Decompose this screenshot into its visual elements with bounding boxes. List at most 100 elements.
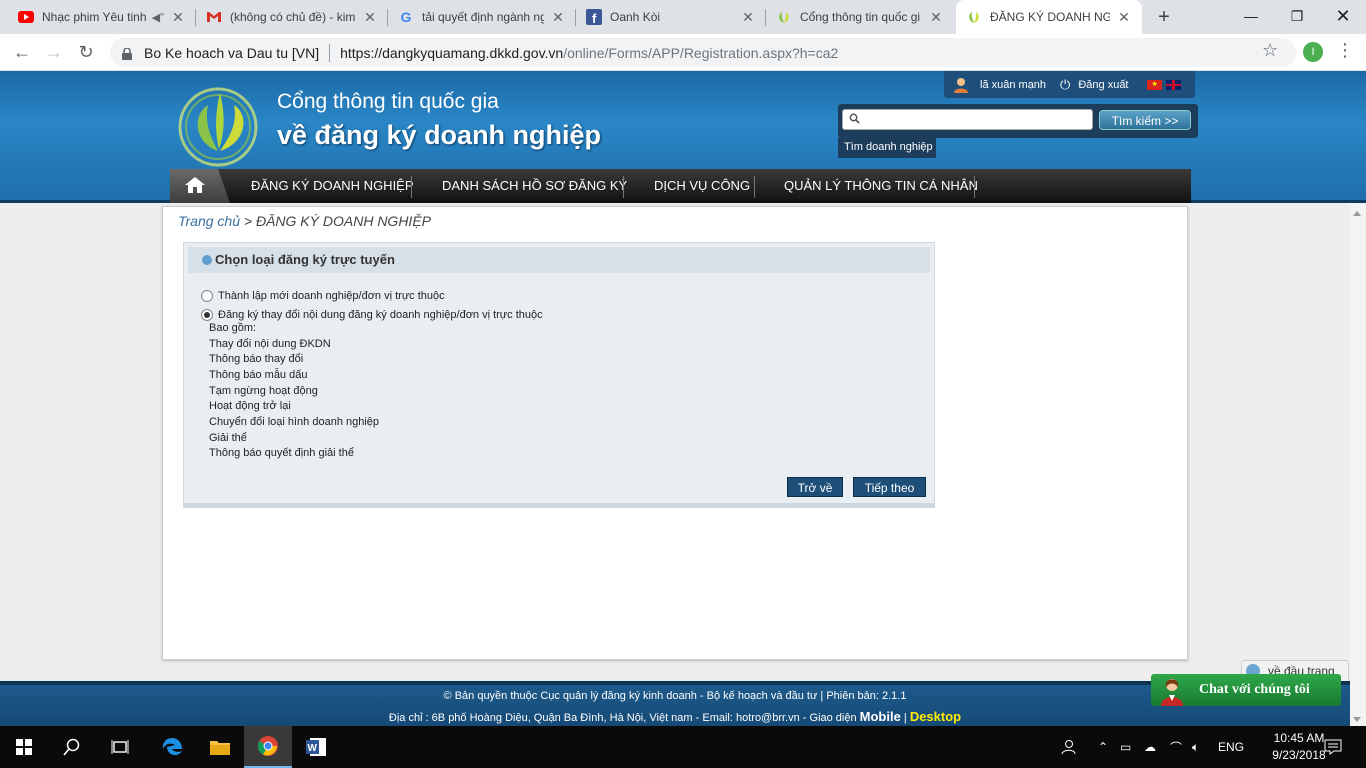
browser-tab-gmail[interactable]: (không có chủ đề) - kim ✕ [196,0,388,34]
list-item: Thông báo quyết định giải thể [209,447,354,459]
nav-item-danh-sach-ho-so[interactable]: DANH SÁCH HỒ SƠ ĐĂNG KÝ [442,169,627,203]
desktop-view-link[interactable]: Desktop [910,709,961,724]
close-tab-icon[interactable]: ✕ [1116,9,1132,26]
browser-menu-icon[interactable]: ⋮ [1336,40,1354,61]
svg-text:W: W [308,743,318,754]
browser-tab-google[interactable]: G tải quyết định ngành ng ✕ [388,0,576,34]
radio-new-registration[interactable] [201,290,213,302]
windows-start-icon[interactable] [0,726,48,768]
back-arrow-icon[interactable]: ← [10,40,34,64]
home-nav-button[interactable] [170,169,230,203]
omnibox-divider [329,43,331,62]
user-icon [952,76,970,94]
nav-item-dang-ky[interactable]: ĐĂNG KÝ DOANH NGHIỆP [251,169,414,203]
browser-toolbar: ← → ↻ Bo Ke hoach va Dau tu [VN] https:/… [0,34,1366,71]
new-tab-button[interactable]: + [1152,5,1176,29]
power-icon[interactable]: ⏻ [1060,77,1070,93]
google-icon: G [400,9,412,25]
panel-bottom-border [184,503,934,507]
browser-tab-youtube[interactable]: Nhạc phim Yêu tinh ◀ʺ ✕ [8,0,196,34]
list-item: Chuyển đổi loại hình doanh nghiệp [209,416,380,428]
nav-separator [754,176,755,198]
bookmark-star-icon[interactable]: ☆ [1262,40,1278,61]
list-item: Thông báo mẫu dấu [209,369,308,381]
footer-copyright: © Bản quyền thuộc Cục quản lý đăng ký ki… [443,690,907,702]
word-taskbar-icon[interactable]: W [292,726,340,768]
nav-item-quan-ly-thong-tin[interactable]: QUẢN LÝ THÔNG TIN CÁ NHÂN [784,169,978,203]
option-new-registration[interactable]: Thành lập mới doanh nghiệp/đơn vị trực t… [201,288,445,304]
url-host: https://dangkyquamang.dkkd.gov.vn [340,44,564,61]
user-name[interactable]: lã xuân mạnh [980,79,1046,91]
help-icon [202,255,212,265]
home-icon [184,176,206,197]
option-change-registration[interactable]: Đăng ký thay đổi nội dung đăng ký doanh … [201,307,543,323]
task-view-icon[interactable] [96,726,144,768]
onedrive-icon[interactable]: ☁ [1144,726,1156,768]
close-tab-icon[interactable]: ✕ [550,9,566,26]
close-tab-icon[interactable]: ✕ [362,9,378,26]
registration-type-panel: Chọn loại đăng ký trực tuyến Thành lập m… [183,242,935,508]
forward-arrow-icon[interactable]: → [42,40,66,64]
uk-flag-icon[interactable] [1165,79,1181,90]
browser-tab-facebook[interactable]: f Oanh Kòi ✕ [576,0,766,34]
reload-icon[interactable]: ↻ [74,40,98,64]
logout-link[interactable]: Đăng xuất [1078,79,1128,91]
includes-label: Bao gồm: [209,322,257,334]
restore-button[interactable]: ❐ [1274,0,1320,34]
close-tab-icon[interactable]: ✕ [170,9,186,26]
vietnam-flag-icon[interactable]: ★ [1146,79,1162,90]
site-logo-icon [966,9,982,25]
nav-item-dich-vu-cong[interactable]: DỊCH VỤ CÔNG [654,169,750,203]
search-input[interactable] [842,109,1093,130]
wifi-icon[interactable]: ⌒ [1170,726,1182,768]
browser-tab-dang-ky-active[interactable]: ĐĂNG KÝ DOANH NGH ✕ [956,0,1142,34]
address-bar[interactable]: Bo Ke hoach va Dau tu [VN] https://dangk… [110,38,1296,67]
search-icon[interactable] [48,726,96,768]
file-explorer-icon[interactable] [196,726,244,768]
search-button[interactable]: Tìm kiếm >> [1099,110,1191,130]
user-bar: lã xuân mạnh ⏻ Đăng xuất ★ [944,71,1195,98]
search-icon [849,113,860,124]
browser-tab-cong-thong-tin[interactable]: Cổng thông tin quốc gi ✕ [766,0,954,34]
audio-icon[interactable]: ◀ʺ [152,11,164,24]
footer-pipe: | [900,712,910,724]
list-item: Giải thể [209,432,247,444]
main-nav: ĐĂNG KÝ DOANH NGHIỆP DANH SÁCH HỒ SƠ ĐĂN… [170,169,1191,203]
minimize-button[interactable]: — [1228,0,1274,34]
tab-title: tải quyết định ngành ng [422,10,544,24]
notification-center-icon[interactable] [1324,726,1342,768]
page-scrollbar[interactable] [1350,203,1366,726]
svg-text:f: f [592,11,597,25]
mobile-view-link[interactable]: Mobile [860,709,901,724]
people-icon[interactable] [1060,726,1076,768]
volume-icon[interactable]: 🔈︎ [1192,726,1199,768]
url-text: https://dangkyquamang.dkkd.gov.vn/online… [340,45,838,61]
chrome-taskbar-icon[interactable] [244,726,292,768]
clock-date: 9/23/2018 [1272,748,1326,762]
scroll-up-arrow-icon[interactable] [1353,211,1361,216]
chat-with-us-button[interactable]: Chat với chúng tôi [1151,674,1341,706]
battery-icon[interactable]: ▭ [1120,726,1131,768]
next-button[interactable]: Tiếp theo [853,477,926,497]
windows-taskbar: W ⌃ ▭ ☁ ⌒ 🔈︎ ENG 10:45 AM 9/23/2018 [0,726,1366,768]
nav-separator [974,176,975,198]
breadcrumb-current: ĐĂNG KÝ DOANH NGHIỆP [255,213,431,229]
radio-change-registration[interactable] [201,309,213,321]
footer-email-link[interactable]: hotro@brr.vn [736,712,800,724]
scroll-down-arrow-icon[interactable] [1353,717,1361,722]
breadcrumb-home-link[interactable]: Trang chủ [178,213,240,229]
tab-title: (không có chủ đề) - kim [230,10,356,24]
system-clock[interactable]: 10:45 AM 9/23/2018 [1268,730,1330,764]
site-logo[interactable] [174,79,270,167]
edge-browser-icon[interactable] [148,726,196,768]
input-language[interactable]: ENG [1218,726,1244,768]
profile-avatar[interactable]: I [1303,42,1323,62]
close-tab-icon[interactable]: ✕ [740,9,756,26]
search-type-hint[interactable]: Tìm doanh nghiệp [838,138,936,158]
option-label: Thành lập mới doanh nghiệp/đơn vị trực t… [218,290,445,302]
gmail-icon [206,9,222,25]
close-tab-icon[interactable]: ✕ [928,9,944,26]
close-window-button[interactable]: ✕ [1320,0,1366,34]
chevron-up-icon[interactable]: ⌃ [1098,726,1108,768]
back-button[interactable]: Trở về [787,477,843,497]
